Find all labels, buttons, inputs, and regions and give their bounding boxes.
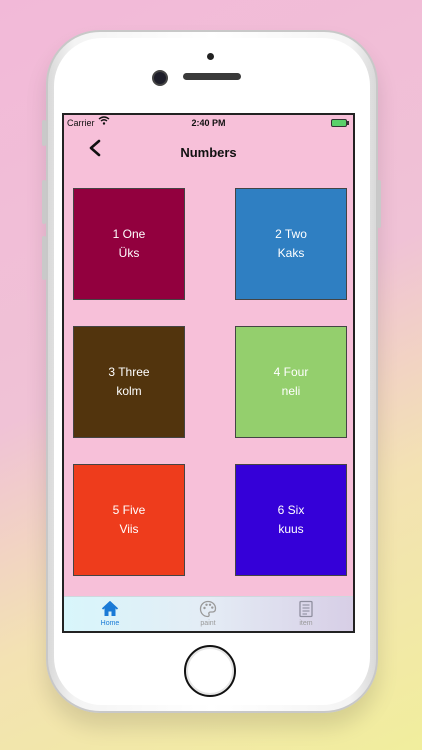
tile-number-label: 2 Two	[275, 227, 307, 241]
status-bar: Carrier 2:40 PM	[64, 115, 353, 131]
number-tile-3[interactable]: 3 Three kolm	[73, 326, 185, 438]
status-time: 2:40 PM	[191, 118, 226, 128]
number-tile-5[interactable]: 5 Five Viis	[73, 464, 185, 576]
side-button-volume-up	[42, 180, 46, 224]
tile-number-label: 5 Five	[112, 503, 146, 517]
tile-word-label: Viis	[119, 522, 139, 536]
tile-number-label: 3 Three	[108, 365, 150, 379]
tile-word-label: kolm	[116, 384, 142, 398]
number-tile-4[interactable]: 4 Four neli	[235, 326, 347, 438]
tab-home[interactable]: Home	[70, 600, 150, 627]
tab-label: item	[299, 620, 313, 627]
notebook-icon	[297, 600, 315, 618]
tile-number-label: 6 Six	[277, 503, 305, 517]
tile-word-label: kuus	[278, 522, 304, 536]
number-tile-1[interactable]: 1 One Üks	[73, 188, 185, 300]
front-camera	[152, 70, 168, 86]
tile-number-label: 1 One	[112, 227, 146, 241]
earpiece-speaker	[183, 73, 241, 80]
side-button-volume-down	[42, 236, 46, 280]
tab-bar: Home paint item	[64, 596, 353, 631]
tab-label: paint	[200, 620, 216, 627]
number-tile-2[interactable]: 2 Two Kaks	[235, 188, 347, 300]
home-button[interactable]	[184, 645, 236, 697]
tile-word-label: neli	[281, 384, 301, 398]
tile-word-label: Kaks	[277, 246, 305, 260]
tile-number-label: 4 Four	[273, 365, 309, 379]
home-icon	[101, 600, 119, 618]
side-button-power	[377, 180, 381, 228]
number-tile-6[interactable]: 6 Six kuus	[235, 464, 347, 576]
tab-label: Home	[100, 620, 120, 627]
page-title: Numbers	[180, 145, 237, 160]
tab-paint[interactable]: paint	[168, 600, 248, 627]
app-screen: Carrier 2:40 PM Numbers 1 One Üks 2 Two …	[62, 113, 355, 633]
proximity-sensor	[207, 53, 214, 60]
tab-item[interactable]: item	[266, 600, 346, 627]
battery-icon	[331, 119, 349, 127]
side-button-silent	[42, 120, 46, 146]
tile-word-label: Üks	[118, 246, 140, 260]
palette-icon	[199, 600, 217, 618]
navigation-bar: Numbers	[64, 137, 353, 167]
